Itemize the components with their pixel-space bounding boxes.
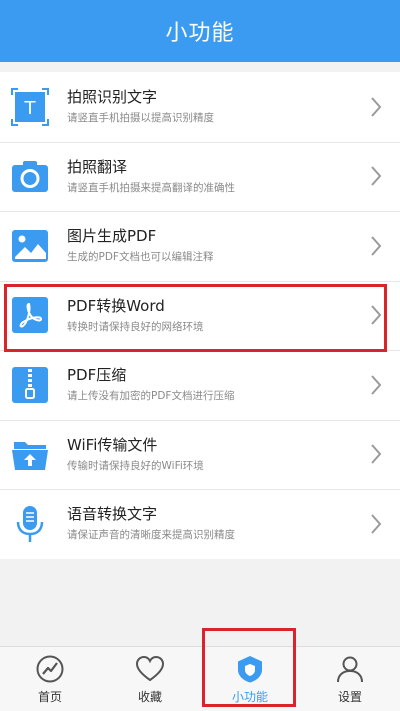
pdf-icon (10, 295, 50, 335)
feature-subtitle: 转换时请保持良好的网络环境 (67, 320, 204, 333)
feature-title: 语音转换文字 (67, 505, 158, 524)
tab-settings[interactable]: 设置 (300, 647, 400, 711)
feature-item-speech-to-text[interactable]: 语音转换文字 请保证声音的清晰度来提高识别精度 (0, 489, 400, 559)
home-icon (34, 653, 66, 685)
chevron-right-icon (364, 303, 388, 327)
image-icon (10, 226, 50, 266)
text-recognition-icon: T (10, 87, 50, 127)
app-header: 小功能 (0, 0, 400, 62)
feature-subtitle: 请上传没有加密的PDF文档进行压缩 (67, 390, 235, 403)
chevron-right-icon (364, 164, 388, 188)
feature-item-image-to-pdf[interactable]: 图片生成PDF 生成的PDF文档也可以编辑注释 (0, 211, 400, 281)
tab-label: 小功能 (231, 690, 268, 704)
feature-title: 拍照识别文字 (67, 88, 158, 107)
feature-title: PDF压缩 (67, 366, 127, 385)
chevron-right-icon (364, 512, 388, 536)
feature-title: PDF转换Word (67, 296, 165, 315)
feature-subtitle: 请竖直手机拍摄来提高翻译的准确性 (67, 181, 235, 194)
page-title: 小功能 (165, 21, 235, 46)
user-icon (334, 653, 366, 685)
feature-item-photo-translate[interactable]: 拍照翻译 请竖直手机拍摄来提高翻译的准确性 (0, 141, 400, 211)
chevron-right-icon (364, 373, 388, 397)
feature-item-pdf-compress[interactable]: PDF压缩 请上传没有加密的PDF文档进行压缩 (0, 350, 400, 420)
feature-item-wifi-transfer[interactable]: WiFi传输文件 传输时请保持良好的WiFi环境 (0, 419, 400, 489)
camera-icon (10, 156, 50, 196)
tab-label: 设置 (337, 690, 362, 704)
chevron-right-icon (364, 95, 388, 119)
heart-icon (134, 653, 166, 685)
folder-upload-icon (10, 434, 50, 474)
feature-title: 拍照翻译 (67, 157, 128, 176)
feature-item-text-recognition[interactable]: T 拍照识别文字 请竖直手机拍摄以提高识别精度 (0, 72, 400, 142)
chevron-right-icon (364, 442, 388, 466)
microphone-icon (10, 504, 50, 544)
chevron-right-icon (364, 234, 388, 258)
bottom-tab-bar: 首页 收藏 小功能 设置 (0, 646, 400, 711)
tab-label: 收藏 (137, 690, 162, 704)
feature-title: WiFi传输文件 (67, 435, 158, 454)
feature-subtitle: 请竖直手机拍摄以提高识别精度 (67, 112, 214, 125)
tab-label: 首页 (37, 690, 62, 704)
tab-favorites[interactable]: 收藏 (100, 647, 200, 711)
feature-list: T 拍照识别文字 请竖直手机拍摄以提高识别精度 拍照翻译 请竖直手机拍摄来提高翻… (0, 72, 400, 559)
shield-icon (234, 653, 266, 685)
feature-item-pdf-to-word[interactable]: PDF转换Word 转换时请保持良好的网络环境 (0, 280, 400, 350)
zip-icon (10, 365, 50, 405)
feature-title: 图片生成PDF (67, 227, 157, 246)
tab-tools[interactable]: 小功能 (200, 647, 300, 711)
feature-subtitle: 生成的PDF文档也可以编辑注释 (67, 251, 214, 264)
svg-text:T: T (24, 98, 37, 119)
tab-home[interactable]: 首页 (0, 647, 100, 711)
feature-subtitle: 传输时请保持良好的WiFi环境 (67, 459, 204, 472)
feature-subtitle: 请保证声音的清晰度来提高识别精度 (67, 529, 235, 542)
